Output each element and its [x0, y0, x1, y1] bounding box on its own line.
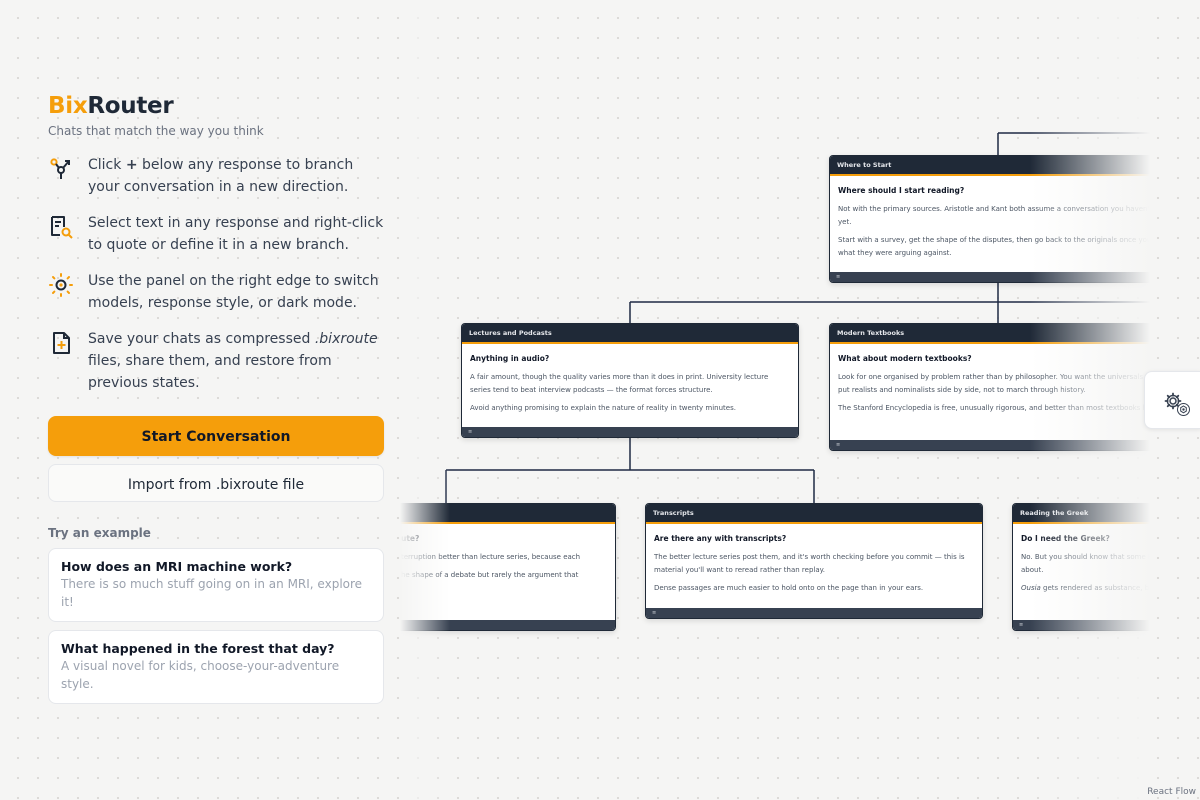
settings-panel-toggle[interactable] — [1144, 371, 1200, 429]
node-footer[interactable]: ≡ — [646, 608, 982, 618]
sun-settings-icon — [49, 273, 73, 297]
node-paragraph: The better lecture series post them, and… — [654, 553, 965, 574]
react-flow-attribution[interactable]: React Flow — [1147, 787, 1196, 797]
example-subtitle: There is so much stuff going on in an MR… — [61, 577, 363, 609]
example-title: What happened in the forest that day? — [61, 641, 335, 656]
app-logo: BixRouter — [48, 93, 174, 119]
node-header: Reading the Greek — [1013, 504, 1150, 524]
node-question: What about modern textbooks? — [838, 354, 972, 363]
node-where-to-start[interactable]: Where to Start Where should I start read… — [829, 155, 1150, 283]
node-paragraph: Start with a survey, get the shape of th… — [838, 236, 1150, 257]
node-paragraph: Not with the primary sources. Aristotle … — [838, 205, 1150, 226]
example-subtitle: A visual novel for kids, choose-your-adv… — [61, 659, 340, 691]
import-file-button[interactable]: Import from .bixroute file — [48, 464, 384, 502]
node-modern-textbooks[interactable]: Modern Textbooks What about modern textb… — [829, 323, 1150, 451]
node-question: Where should I start reading? — [838, 186, 965, 195]
node-reading-greek[interactable]: Reading the Greek Do I need the Greek? N… — [1012, 503, 1150, 631]
examples-heading: Try an example — [48, 526, 151, 540]
node-header: Modern Textbooks — [830, 324, 1150, 344]
node-paragraph: Avoid anything promising to explain the … — [470, 404, 736, 412]
example-card-forest[interactable]: What happened in the forest that day? A … — [48, 630, 384, 704]
feature-save-text: Save your chats as compressed .bixroute … — [88, 331, 378, 391]
node-footer[interactable]: ≡ — [400, 620, 615, 630]
node-header: Lectures and Podcasts — [462, 324, 798, 344]
node-header — [400, 504, 615, 524]
ai-model-icon — [1177, 403, 1190, 416]
node-paragraph: Dense passages are much easier to hold o… — [654, 584, 924, 592]
node-footer[interactable]: ≡ — [462, 427, 798, 437]
feature-panel-text: Use the panel on the right edge to switc… — [88, 273, 379, 311]
node-paragraph: Ousia gets rendered as substance, being … — [1021, 584, 1150, 592]
node-paragraph: No. But you should know that some key te… — [1021, 553, 1150, 574]
node-paragraph: he shape of a debate but rarely the argu… — [401, 571, 579, 579]
feature-panel: Use the panel on the right edge to switc… — [48, 270, 384, 314]
example-title: How does an MRI machine work? — [61, 559, 293, 574]
node-header: Transcripts — [646, 504, 982, 524]
node-paragraph: A fair amount, though the quality varies… — [470, 373, 769, 394]
node-paragraph: Look for one organised by problem rather… — [838, 373, 1150, 394]
welcome-panel: BixRouter Chats that match the way you t… — [48, 92, 384, 704]
node-lectures-podcasts[interactable]: Lectures and Podcasts Anything in audio?… — [461, 323, 799, 438]
node-footer[interactable]: ≡ — [1013, 620, 1150, 630]
start-conversation-button[interactable]: Start Conversation — [48, 416, 384, 456]
example-card-mri[interactable]: How does an MRI machine work? There is s… — [48, 548, 384, 622]
feature-branch-text: Click + below any response to branch you… — [88, 157, 354, 195]
save-file-icon — [53, 332, 70, 354]
feature-quote: Select text in any response and right-cl… — [48, 212, 384, 256]
node-question: Do I need the Greek? — [1021, 534, 1110, 543]
node-question: ute? — [401, 534, 420, 543]
flow-canvas[interactable]: Where to Start Where should I start read… — [400, 0, 1150, 800]
node-podcasts-partial[interactable]: ute? terruption better than lecture seri… — [400, 503, 616, 631]
tagline: Chats that match the way you think — [48, 124, 264, 138]
node-header: Where to Start — [830, 156, 1150, 176]
node-paragraph: terruption better than lecture series, b… — [401, 553, 581, 561]
node-footer[interactable]: ≡ — [830, 440, 1150, 450]
node-paragraph: The Stanford Encyclopedia is free, unusu… — [838, 404, 1150, 412]
branch-icon — [50, 158, 70, 179]
feature-quote-text: Select text in any response and right-cl… — [88, 215, 384, 253]
select-quote-icon — [51, 216, 73, 239]
node-question: Anything in audio? — [470, 354, 550, 363]
node-footer[interactable]: ≡ — [830, 272, 1150, 282]
node-transcripts[interactable]: Transcripts Are there any with transcrip… — [645, 503, 983, 619]
feature-save: Save your chats as compressed .bixroute … — [48, 328, 384, 394]
node-question: Are there any with transcripts? — [654, 534, 787, 543]
feature-branch: Click + below any response to branch you… — [48, 154, 384, 198]
